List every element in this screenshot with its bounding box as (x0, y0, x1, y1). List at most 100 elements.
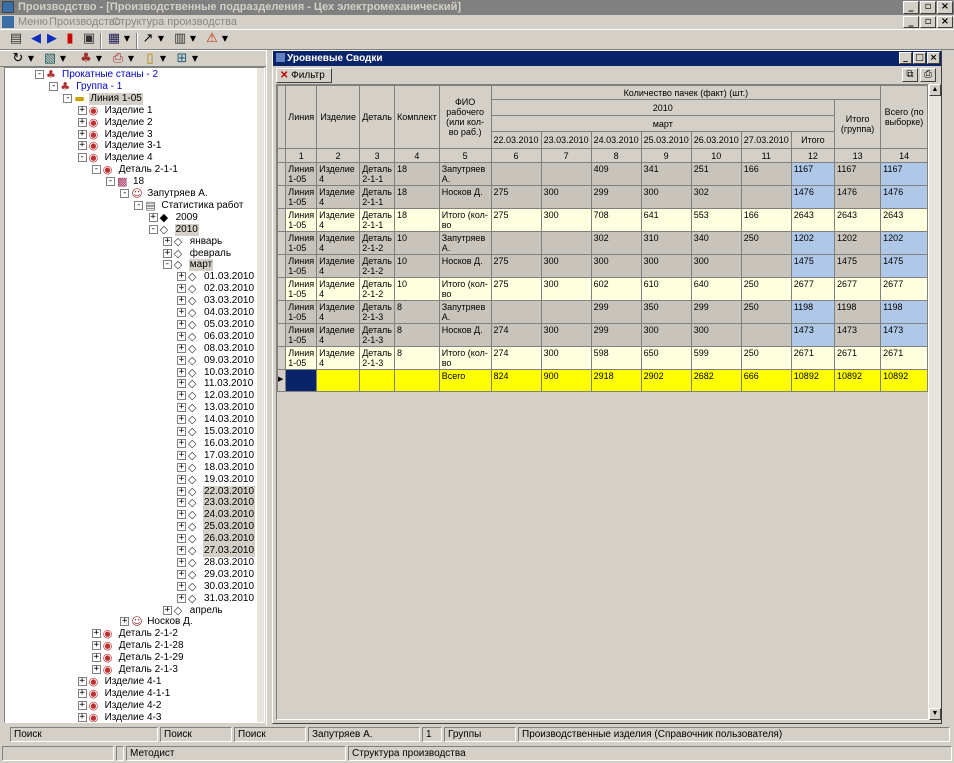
table-cell[interactable]: Линия 1-05 (285, 231, 318, 255)
row-indicator[interactable] (277, 254, 287, 278)
table-cell[interactable]: 641 (640, 208, 692, 232)
table-cell[interactable]: 250 (740, 277, 792, 301)
table-cell[interactable]: 10892 (790, 369, 836, 392)
collapse-icon[interactable]: - (134, 200, 144, 210)
table-cell[interactable]: 553 (690, 208, 742, 232)
menu-item-menu[interactable]: Меню (18, 15, 48, 29)
expand-icon[interactable]: + (77, 129, 87, 139)
table-row[interactable]: Линия 1-05 Изделие 4 Деталь 2-1-3 8 Итого (к… (277, 346, 928, 370)
chevron-down-icon[interactable]: ▼ (220, 30, 230, 50)
child-maximize-button[interactable]: □ (913, 52, 926, 64)
tree-node[interactable]: + ◇ 11.03.2010 (5, 378, 255, 390)
table-cell[interactable] (740, 323, 792, 347)
network-icon[interactable]: ⊞ (174, 51, 190, 67)
table-row[interactable]: Линия 1-05 Изделие 4 Деталь 2-1-1 18 Итого (… (277, 208, 928, 232)
tree-node[interactable]: + ◇ 19.03.2010 (5, 473, 255, 486)
database-icon[interactable]: ▯ (142, 51, 158, 67)
table-cell[interactable]: 1475 (833, 254, 882, 278)
tree-node[interactable]: + ◉ Деталь 2-1-3 (5, 664, 255, 676)
expand-icon[interactable]: + (177, 534, 186, 544)
chevron-down-icon[interactable]: ▼ (190, 51, 200, 67)
header-kit[interactable]: Комплект (393, 85, 440, 149)
table-cell[interactable] (359, 369, 395, 392)
table-cell[interactable]: Носков Д. (438, 323, 492, 347)
table-cell[interactable]: 1167 (833, 162, 882, 186)
tree-node[interactable]: - ◇ март (5, 259, 255, 272)
header-date[interactable]: 22.03.2010 (490, 131, 542, 149)
expand-icon[interactable]: + (77, 712, 87, 722)
tree-scrollbar[interactable] (257, 68, 264, 722)
table-cell[interactable]: 166 (740, 162, 792, 186)
table-cell[interactable]: 1475 (880, 254, 928, 278)
table-cell[interactable]: Изделие 4 (316, 208, 361, 232)
collapse-icon[interactable]: - (63, 93, 73, 103)
expand-icon[interactable]: + (177, 284, 186, 294)
table-cell[interactable]: Деталь 2-1-3 (359, 346, 395, 370)
table-cell[interactable]: 302 (690, 185, 742, 209)
expand-icon[interactable]: + (177, 367, 186, 377)
tree-node[interactable]: - ♣ Группа - 1 (5, 80, 255, 93)
status-search-2[interactable]: Поиск (160, 727, 232, 742)
table-cell[interactable]: Всего (438, 369, 492, 392)
table-cell[interactable]: 1167 (790, 162, 836, 186)
view-icon[interactable]: ▦ (106, 30, 122, 50)
tree-node[interactable]: + ◉ Изделие 1 (5, 104, 255, 117)
table-cell[interactable]: 1473 (880, 323, 928, 347)
splitter[interactable] (266, 50, 270, 726)
child-minimize-button[interactable]: _ (899, 52, 912, 64)
header-fio[interactable]: ФИО рабочего (или кол-во раб.) (438, 85, 492, 149)
chevron-down-icon[interactable]: ▼ (188, 30, 198, 50)
table-cell[interactable]: 1475 (790, 254, 836, 278)
refresh-icon[interactable]: ↻ (10, 51, 26, 67)
mdi-minimize-button[interactable]: _ (903, 16, 919, 28)
table-cell[interactable]: 1167 (880, 162, 928, 186)
header-line[interactable]: Линия (285, 85, 318, 149)
header-total-all[interactable]: Всего (по выборке) (880, 85, 928, 149)
row-indicator[interactable] (277, 346, 287, 370)
table-cell[interactable]: Итого (кол-во (438, 208, 492, 232)
table-cell[interactable]: 1202 (880, 231, 928, 255)
table-cell[interactable]: Запутряев А. (438, 300, 492, 324)
table-cell[interactable]: 2671 (833, 346, 882, 370)
table-row[interactable]: Линия 1-05 Изделие 4 Деталь 2-1-2 10 Носков … (277, 254, 928, 278)
tree-node[interactable]: + ◇ 24.03.2010 (5, 509, 256, 522)
expand-icon[interactable]: + (177, 331, 186, 341)
status-search-3[interactable]: Поиск (234, 727, 306, 742)
tree-node[interactable]: + ◇ 30.03.2010 (5, 580, 255, 593)
table-cell[interactable]: Итого (кол-во (438, 346, 492, 370)
table-cell[interactable]: Деталь 2-1-3 (359, 323, 395, 347)
table-row[interactable]: Линия 1-05 Изделие 4 Деталь 2-1-2 10 Итого (… (277, 277, 928, 301)
tree-node[interactable]: + ◉ Деталь 2-1-28 (5, 640, 255, 652)
expand-icon[interactable]: + (177, 296, 186, 306)
tree-node[interactable]: - ◇ 2010 (5, 223, 255, 236)
table-cell[interactable]: 300 (640, 185, 692, 209)
report-icon[interactable]: ▥ (172, 30, 188, 50)
expand-icon[interactable]: + (77, 117, 87, 127)
collapse-icon[interactable]: - (49, 81, 59, 91)
tree-node[interactable]: + ◇ 06.03.2010 (5, 330, 255, 343)
table-cell[interactable]: Линия 1-05 (285, 323, 318, 347)
tree-node[interactable]: + ◇ 10.03.2010 (5, 366, 255, 379)
table-row[interactable]: Линия 1-05 Изделие 4 Деталь 2-1-3 8 Запутряе… (277, 300, 928, 324)
tree-node[interactable]: + ◉ Изделие 4-2 (5, 699, 255, 712)
save-icon[interactable]: ▣ (82, 30, 96, 50)
expand-icon[interactable]: + (177, 415, 186, 425)
table-cell[interactable]: 250 (740, 300, 792, 324)
expand-icon[interactable]: + (91, 653, 101, 663)
row-indicator[interactable] (277, 277, 287, 301)
expand-icon[interactable]: + (177, 486, 186, 496)
chevron-down-icon[interactable]: ▼ (122, 30, 132, 50)
tree-node[interactable]: + ◇ 02.03.2010 (5, 283, 255, 295)
tree-node[interactable]: + ◇ 09.03.2010 (5, 354, 255, 367)
status-search-1[interactable]: Поиск (10, 727, 158, 742)
expand-icon[interactable]: + (77, 676, 87, 686)
table-row[interactable]: Линия 1-05 Изделие 4 Деталь 2-1-1 18 Носков … (277, 185, 928, 209)
tree-node[interactable]: + ◇ 28.03.2010 (5, 556, 255, 569)
table-cell[interactable]: Линия 1-05 (285, 185, 318, 209)
tree-node[interactable]: + ◇ 17.03.2010 (5, 449, 255, 462)
production-tree[interactable]: - ♣ Прокатные станы - 2- ♣ Группа - 1- ▬ Линия… (4, 67, 265, 723)
table-cell[interactable]: 8 (393, 346, 440, 370)
table-cell[interactable]: 2677 (833, 277, 882, 301)
collapse-icon[interactable]: - (148, 224, 158, 234)
table-cell[interactable]: Линия 1-05 (285, 162, 318, 186)
